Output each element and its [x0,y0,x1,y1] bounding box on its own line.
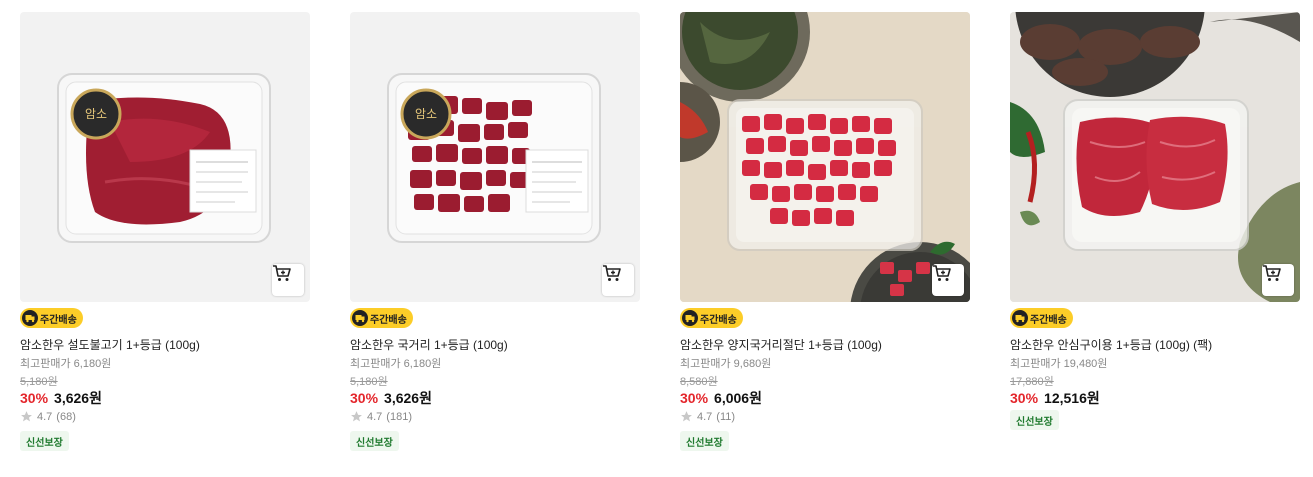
star-icon [351,411,362,422]
beef-soup-cut-tray-image: 암소 [387,73,601,243]
max-price: 최고판매가 19,480원 [1010,358,1108,370]
add-to-cart-button[interactable] [272,264,304,296]
cart-icon [933,265,951,281]
product-name[interactable]: 암소한우 국거리 1+등급 (100g) [350,336,508,353]
badge-label: 주간배송 [40,314,77,326]
rating-score: 4.7 [697,410,713,423]
cart-icon [1263,265,1281,281]
beef-brisket-cubes-image [680,12,970,302]
review-count: (68) [56,410,76,423]
discount-rate: 30% [680,390,709,406]
badge-label: 주간배송 [700,314,737,326]
cart-icon [273,265,291,281]
product-name[interactable]: 암소한우 안심구이용 1+등급 (100g) (팩) [1010,336,1212,353]
cart-icon [603,265,621,281]
product-card[interactable]: 주간배송 암소한우 안심구이용 1+등급 (100g) (팩) 최고판매가 19… [1010,12,1300,430]
original-price: 5,180원 [350,376,388,388]
sale-price: 12,516원 [1044,390,1100,406]
badge-label: 주간배송 [370,314,407,326]
product-name[interactable]: 암소한우 설도불고기 1+등급 (100g) [20,336,200,353]
product-image[interactable] [1010,12,1300,302]
max-price: 최고판매가 6,180원 [20,358,112,370]
weekly-delivery-badge: 주간배송 [20,308,83,328]
delivery-truck-icon [22,310,38,326]
rating: 4.7 (68) [20,410,76,423]
fresh-guarantee-tag: 신선보장 [1010,410,1059,430]
price-row: 30% 3,626원 [20,388,102,408]
badge-label: 주간배송 [1030,314,1067,326]
product-card[interactable]: 주간배송 암소한우 양지국거리절단 1+등급 (100g) 최고판매가 9,68… [680,12,970,451]
delivery-truck-icon [352,310,368,326]
discount-rate: 30% [20,390,49,406]
max-price: 최고판매가 6,180원 [350,358,442,370]
weekly-delivery-badge: 주간배송 [350,308,413,328]
product-image[interactable]: 암소 [350,12,640,302]
product-card[interactable]: 암소 주간배송 암소한우 설도불고기 1+등급 (100g) 최고판매가 6,1… [20,12,310,451]
original-price: 8,580원 [680,376,718,388]
review-count: (181) [386,410,412,423]
product-image[interactable]: 암소 [20,12,310,302]
product-card[interactable]: 암소 주간배송 암소한우 국거리 1+등급 (100g) 최고판매가 6,180… [350,12,640,451]
sale-price: 6,006원 [714,390,762,406]
discount-rate: 30% [1010,390,1039,406]
price-row: 30% 12,516원 [1010,388,1100,408]
star-icon [21,411,32,422]
product-image[interactable] [680,12,970,302]
review-count: (11) [716,410,736,423]
beef-tenderloin-steak-image [1010,12,1300,302]
svg-text:암소: 암소 [415,107,437,121]
fresh-guarantee-tag: 신선보장 [680,431,729,451]
rating-score: 4.7 [367,410,383,423]
rating: 4.7 (11) [680,410,735,423]
fresh-guarantee-tag: 신선보장 [350,431,399,451]
sale-price: 3,626원 [384,390,432,406]
discount-rate: 30% [350,390,379,406]
price-row: 30% 6,006원 [680,388,762,408]
price-row: 30% 3,626원 [350,388,432,408]
original-price: 5,180원 [20,376,58,388]
add-to-cart-button[interactable] [1262,264,1294,296]
original-price: 17,880원 [1010,376,1054,388]
delivery-truck-icon [682,310,698,326]
fresh-guarantee-tag: 신선보장 [20,431,69,451]
add-to-cart-button[interactable] [602,264,634,296]
delivery-truck-icon [1012,310,1028,326]
svg-text:암소: 암소 [85,107,107,121]
weekly-delivery-badge: 주간배송 [680,308,743,328]
star-icon [681,411,692,422]
product-name[interactable]: 암소한우 양지국거리절단 1+등급 (100g) [680,336,882,353]
beef-bulgogi-tray-image: 암소 [57,73,271,243]
rating: 4.7 (181) [350,410,412,423]
sale-price: 3,626원 [54,390,102,406]
max-price: 최고판매가 9,680원 [680,358,772,370]
weekly-delivery-badge: 주간배송 [1010,308,1073,328]
product-grid: 암소 주간배송 암소한우 설도불고기 1+등급 (100g) 최고판매가 6,1… [0,0,1313,477]
add-to-cart-button[interactable] [932,264,964,296]
rating-score: 4.7 [37,410,53,423]
